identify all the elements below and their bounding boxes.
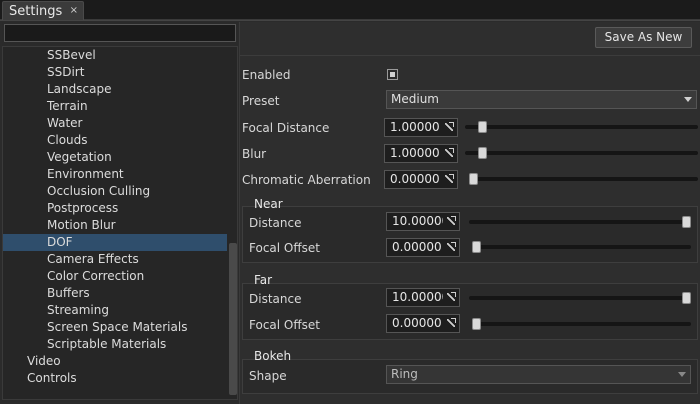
tree-item-postprocess[interactable]: Postprocess [47,200,118,217]
expand-icon[interactable] [441,145,457,162]
enabled-label: Enabled [242,68,291,82]
far-distance-slider-thumb[interactable] [682,292,691,304]
preset-value: Medium [391,92,439,106]
blur-slider-thumb[interactable] [478,147,488,159]
chromatic-aberration-value: 0.00000 [390,172,440,186]
bokeh-group-title: Bokeh [254,349,292,363]
tree-item-dof[interactable]: DOF [3,234,227,251]
near-focal-offset-slider[interactable] [472,245,691,249]
far-focal-offset-slider-thumb[interactable] [472,318,481,330]
tree-item-video[interactable]: Video [27,353,61,370]
focal-distance-value: 1.00000 [390,120,440,134]
tree-item-color-correction[interactable]: Color Correction [47,268,144,285]
near-focal-offset-label: Focal Offset [249,241,320,255]
expand-icon[interactable] [441,119,457,136]
far-group-title: Far [254,273,273,287]
tree-item-screen-space-materials[interactable]: Screen Space Materials [47,319,187,336]
expand-icon[interactable] [441,171,457,188]
bokeh-shape-label: Shape [249,369,287,383]
enabled-checkbox[interactable] [387,69,398,80]
expand-icon[interactable] [443,315,459,332]
focal-distance-slider-thumb[interactable] [478,121,488,133]
tree-item-landscape[interactable]: Landscape [47,81,111,98]
near-focal-offset-field[interactable]: 0.00000 [386,238,460,257]
far-distance-field[interactable]: 10.00000 [386,288,460,307]
far-distance-slider[interactable] [469,296,691,300]
tree-item-water[interactable]: Water [47,115,82,132]
tree-item-clouds[interactable]: Clouds [47,132,88,149]
chevron-down-icon [684,97,692,102]
near-focal-offset-value: 0.00000 [392,240,442,254]
expand-icon[interactable] [443,289,459,306]
tree-item-motion-blur[interactable]: Motion Blur [47,217,116,234]
chromatic-aberration-slider-thumb[interactable] [469,173,478,185]
bokeh-shape-value: Ring [391,367,418,381]
far-distance-value: 10.00000 [392,290,450,304]
near-distance-slider-thumb[interactable] [682,216,691,228]
search-input[interactable] [4,24,236,42]
settings-panel: Save As New Enabled Preset Medium Focal … [239,22,700,404]
near-focal-offset-slider-thumb[interactable] [472,241,481,253]
far-distance-label: Distance [249,292,302,306]
far-focal-offset-field[interactable]: 0.00000 [386,314,460,333]
tab-settings[interactable]: Settings × [2,1,84,21]
close-icon[interactable]: × [70,5,78,16]
far-focal-offset-label: Focal Offset [249,318,320,332]
chromatic-aberration-slider[interactable] [469,177,698,181]
tab-bar: Settings × [0,0,700,21]
tree-item-environment[interactable]: Environment [47,166,124,183]
expand-icon[interactable] [443,213,459,230]
divider [240,55,700,56]
near-distance-value: 10.00000 [392,214,450,228]
tree-item-terrain[interactable]: Terrain [47,98,88,115]
save-as-new-button[interactable]: Save As New [595,27,692,48]
blur-slider[interactable] [465,151,698,155]
far-focal-offset-slider[interactable] [472,322,691,326]
tree-item-vegetation[interactable]: Vegetation [47,149,112,166]
preset-label: Preset [242,94,280,108]
tree-item-ssdirt[interactable]: SSDirt [47,64,84,81]
chromatic-aberration-field[interactable]: 0.00000 [384,170,458,189]
tree-item-buffers[interactable]: Buffers [47,285,90,302]
tree-item-camera-effects[interactable]: Camera Effects [47,251,139,268]
focal-distance-slider[interactable] [465,125,698,129]
chevron-down-icon [678,372,686,377]
settings-tree: SSBevel SSDirt Landscape Terrain Water C… [2,46,238,400]
chromatic-aberration-label: Chromatic Aberration [242,173,371,187]
tree-item-occlusion-culling[interactable]: Occlusion Culling [47,183,150,200]
settings-tree-panel: SSBevel SSDirt Landscape Terrain Water C… [2,22,238,402]
focal-distance-field[interactable]: 1.00000 [384,118,458,137]
near-distance-field[interactable]: 10.00000 [386,212,460,231]
near-distance-label: Distance [249,216,302,230]
tree-item-controls[interactable]: Controls [27,370,77,387]
near-group-title: Near [254,197,283,211]
blur-label: Blur [242,147,267,161]
tree-item-streaming[interactable]: Streaming [47,302,109,319]
preset-select[interactable]: Medium [386,90,697,109]
tab-title: Settings [9,4,63,19]
bokeh-shape-select[interactable]: Ring [386,365,691,384]
tree-item-scriptable-materials[interactable]: Scriptable Materials [47,336,166,353]
focal-distance-label: Focal Distance [242,121,330,135]
near-distance-slider[interactable] [469,220,691,224]
tree-scrollbar[interactable] [229,243,237,395]
tree-item-ssbevel[interactable]: SSBevel [47,47,96,64]
far-focal-offset-value: 0.00000 [392,316,442,330]
expand-icon[interactable] [443,239,459,256]
blur-field[interactable]: 1.00000 [384,144,458,163]
blur-value: 1.00000 [390,146,440,160]
